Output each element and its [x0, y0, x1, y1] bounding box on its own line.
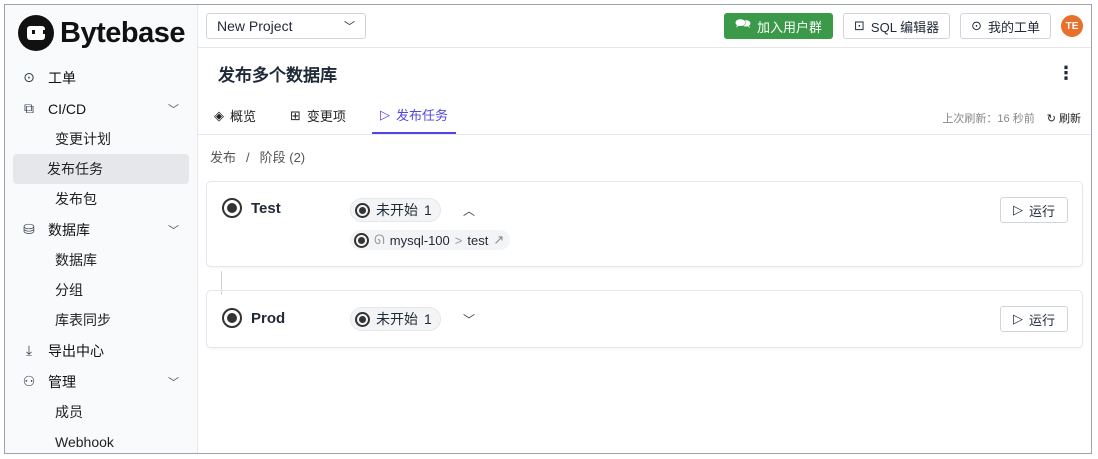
sidebar-item-export[interactable]: ⤓ 导出中心 [5, 335, 197, 366]
chevron-down-icon: ﹀ [168, 103, 179, 116]
run-button[interactable]: ▷ 运行 [1000, 197, 1068, 223]
sidebar-item-issues[interactable]: ⊙ 工单 [5, 62, 197, 93]
play-icon: ▷ [1012, 311, 1023, 326]
sidebar-item-cicd[interactable]: ⧉ CI/CD ﹀ [5, 93, 197, 124]
users-icon: ⚇ [22, 373, 36, 389]
last-refresh: 上次刷新：16 秒前 [942, 113, 1035, 125]
sidebar-item-releases[interactable]: 发布包 [13, 184, 189, 214]
sidebar-item-admin[interactable]: ⚇ 管理 ﹀ [5, 366, 197, 397]
page-title: 发布多个数据库 [218, 65, 337, 85]
circle-dot-icon: ⊙ [23, 69, 35, 85]
sidebar-item-groups[interactable]: 分组 [13, 275, 189, 305]
status-circle-icon [222, 198, 242, 218]
my-issues-button[interactable]: ⊙ 我的工单 [960, 13, 1051, 39]
sidebar-item-database[interactable]: ⛁ 数据库 ﹀ [5, 214, 197, 245]
tab-rollout[interactable]: ▷ 发布任务 [371, 97, 456, 134]
file-diff-icon: ⊞ [290, 107, 301, 123]
sidebar-item-plans[interactable]: 变更计划 [13, 124, 189, 154]
status-circle-icon [354, 232, 369, 248]
bytebase-logo-icon [18, 15, 54, 51]
breadcrumb: 发布 / 阶段 (2) [210, 150, 306, 165]
chevron-down-icon: ﹀ [168, 376, 179, 389]
sidebar-item-webhook[interactable]: Webhook [13, 427, 189, 453]
sidebar-item-sync[interactable]: 库表同步 [13, 305, 189, 335]
status-badge[interactable]: 未开始 1 [350, 307, 441, 331]
external-link-icon[interactable]: ↗ [493, 232, 504, 248]
database-icon: ⛁ [23, 221, 35, 237]
sidebar-item-rollouts[interactable]: 发布任务 [13, 154, 189, 184]
chat-icon: 🗪 [734, 16, 751, 31]
chevron-up-icon[interactable]: ︿ [463, 202, 475, 219]
project-selector[interactable]: New Project ﹀ [206, 13, 366, 39]
chevron-down-icon: ﹀ [168, 224, 179, 237]
tab-changes[interactable]: ⊞ 变更项 [282, 97, 354, 134]
mysql-icon: ᘏ [374, 232, 385, 247]
run-button[interactable]: ▷ 运行 [1000, 306, 1068, 332]
status-circle-icon [355, 311, 370, 327]
layers-icon: ◈ [214, 107, 224, 123]
status-badge[interactable]: 未开始 1 [350, 198, 441, 222]
stage-card-prod: Prod 未开始 1 ﹀ ▷ 运行 [206, 290, 1083, 348]
join-group-button[interactable]: 🗪 加入用户群 [723, 13, 834, 39]
sql-editor-button[interactable]: ⊡ SQL 编辑器 [843, 13, 951, 39]
download-icon: ⤓ [25, 342, 33, 358]
more-vertical-icon[interactable]: ⋮ [1057, 63, 1075, 84]
chevron-down-icon[interactable]: ﹀ [463, 311, 475, 328]
status-circle-icon [222, 308, 242, 328]
tab-overview[interactable]: ◈ 概览 [206, 97, 264, 134]
breadcrumb-rollout[interactable]: 发布 [210, 150, 236, 165]
terminal-icon: ⊡ [854, 18, 865, 33]
refresh-button[interactable]: ↻ 刷新 [1047, 110, 1081, 126]
task-item[interactable]: ᘏ mysql-100 > test ↗ [350, 230, 511, 250]
chevron-down-icon: ﹀ [344, 21, 355, 33]
refresh-icon: ↻ [1046, 113, 1056, 125]
play-circle-icon: ▷ [379, 106, 390, 122]
avatar[interactable]: TE [1061, 15, 1083, 37]
sidebar-item-members[interactable]: 成员 [13, 397, 189, 427]
sidebar: Bytebase ⊙ 工单 ⧉ CI/CD ﹀ 变更计划 发布任务 发布包 ⛁ 数据库 ﹀… [5, 5, 198, 453]
sidebar-item-databases[interactable]: 数据库 [13, 245, 189, 275]
status-circle-icon [355, 202, 370, 218]
workflow-icon: ⧉ [24, 100, 34, 116]
circle-dot-icon: ⊙ [971, 18, 982, 33]
logo[interactable]: Bytebase [5, 5, 197, 61]
play-icon: ▷ [1012, 202, 1023, 217]
stage-card-test: Test 未开始 1 ︿ ▷ 运行 ᘏ mysql-100 > test ↗ [206, 181, 1083, 267]
